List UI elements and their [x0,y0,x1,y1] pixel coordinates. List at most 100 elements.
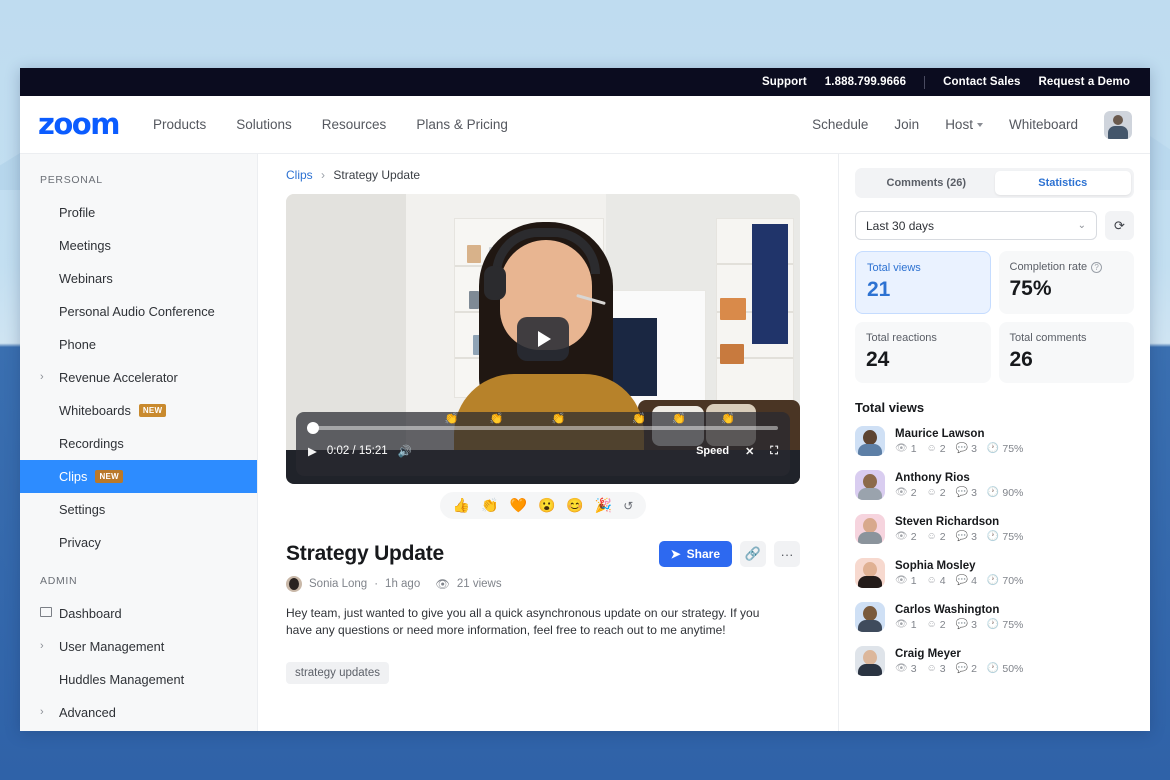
sidebar-item-user-management[interactable]: › User Management [20,630,257,663]
date-range-select[interactable]: Last 30 days ⌄ [855,211,1097,240]
stat-card-completion-rate[interactable]: Completion rate? 75% [998,251,1134,314]
sidebar-item-recordings[interactable]: ›Recordings [20,427,257,460]
main-navigation: zoom Products Solutions Resources Plans … [20,96,1150,154]
external-link-icon [40,607,52,620]
timeline-marker[interactable]: 👏 [672,414,686,425]
progress-handle[interactable] [306,422,319,434]
viewer-completion: 75% [1002,442,1024,455]
clip-tag[interactable]: strategy updates [286,661,390,684]
nav-link-products[interactable]: Products [153,117,206,132]
reaction-surprised-icon[interactable]: 😮 [538,497,555,514]
eye-icon: 👁 [435,579,450,591]
sidebar-item-webinars[interactable]: ›Webinars [20,262,257,295]
viewer-row[interactable]: Sophia Mosley 👁 1 ☺ 4 💬 4 🕐 70% [855,551,1134,595]
progress-bar[interactable] [306,422,778,434]
reaction-smile-icon[interactable]: 😊 [566,497,583,514]
viewer-comment-count: 4 [971,574,977,587]
timeline-marker[interactable]: 👏 [632,414,646,425]
fullscreen-icon[interactable]: ⛶ [770,445,778,458]
reaction-party-icon[interactable]: 🎉 [595,497,612,514]
sidebar-item-revenue-accelerator[interactable]: › Revenue Accelerator [20,361,257,394]
volume-icon[interactable]: 🔊 [398,444,412,458]
sidebar-item-phone[interactable]: ›Phone [20,328,257,361]
tab-statistics[interactable]: Statistics [994,171,1131,195]
viewer-row[interactable]: Carlos Washington 👁 1 ☺ 2 💬 3 🕐 75% [855,595,1134,639]
emoji-icon: ☺ [926,487,937,498]
timeline-marker[interactable]: 👏 [489,414,503,425]
sidebar-item-settings[interactable]: ›Settings [20,493,257,526]
sidebar-heading-admin: ADMIN [40,575,78,587]
nav-link-resources[interactable]: Resources [322,117,387,132]
utility-link-request-demo[interactable]: Request a Demo [1038,76,1130,88]
sidebar-item-meetings[interactable]: ›Meetings [20,229,257,262]
clock-icon: 🕐 [986,619,1000,630]
share-button[interactable]: ➤ Share [658,541,732,567]
nav-link-schedule[interactable]: Schedule [812,117,868,132]
stat-label: Total comments [1009,332,1087,344]
timeline-marker[interactable]: 👏 [721,414,735,425]
utility-link-phone[interactable]: 1.888.799.9666 [825,76,906,88]
viewer-stats: 👁 2 ☺ 2 💬 3 🕐 75% [895,531,1023,543]
speed-button[interactable]: Speed [696,445,729,457]
viewer-comment-count: 2 [971,662,977,675]
stat-card-total-comments[interactable]: Total comments 26 [998,322,1134,383]
viewer-comment-count: 3 [971,486,977,499]
reaction-heart-icon[interactable]: 🧡 [510,497,527,514]
sidebar-item-personal-audio-conference[interactable]: ›Personal Audio Conference [20,295,257,328]
utility-link-contact-sales[interactable]: Contact Sales [943,76,1020,88]
stat-card-total-views[interactable]: Total views 21 [855,251,991,314]
sidebar-item-whiteboards[interactable]: ›WhiteboardsNEW [20,394,257,427]
copy-link-button[interactable]: 🔗 [740,541,766,567]
viewer-stats: 👁 1 ☺ 2 💬 3 🕐 75% [895,443,1023,455]
avatar [855,426,885,456]
main-content: Clips › Strategy Update 👏 👏 👏 👏 👏 👏 ▶ 0:… [258,154,838,731]
viewer-completion: 90% [1002,486,1024,499]
viewer-row[interactable]: Craig Meyer 👁 3 ☺ 3 💬 2 🕐 50% [855,639,1134,683]
zoom-logo[interactable]: zoom [38,110,120,139]
clock-icon: 🕐 [986,487,1000,498]
viewer-row[interactable]: Anthony Rios 👁 2 ☺ 2 💬 3 🕐 90% [855,463,1134,507]
refresh-button[interactable]: ⟳ [1105,211,1134,240]
sidebar-item-clips[interactable]: ›ClipsNEW [20,460,257,493]
cc-icon[interactable]: ✕ [745,445,754,458]
utility-link-support[interactable]: Support [762,76,807,88]
date-range-value: Last 30 days [866,218,935,233]
sidebar-item-profile[interactable]: ›Profile [20,196,257,229]
nav-link-solutions[interactable]: Solutions [236,117,292,132]
nav-link-whiteboard[interactable]: Whiteboard [1009,117,1078,132]
viewer-reaction-count: 4 [939,574,946,587]
nav-link-plans-pricing[interactable]: Plans & Pricing [416,117,508,132]
chevron-right-icon: › [40,706,44,718]
timeline-marker[interactable]: 👏 [445,414,459,425]
sidebar: PERSONAL ›Profile ›Meetings ›Webinars ›P… [20,154,258,731]
avatar [855,602,885,632]
chevron-right-icon: › [40,640,44,652]
tab-comments[interactable]: Comments (26) [858,171,995,195]
viewer-row[interactable]: Maurice Lawson 👁 1 ☺ 2 💬 3 🕐 75% [855,419,1134,463]
comment-icon: 💬 [955,443,969,454]
stat-card-total-reactions[interactable]: Total reactions 24 [855,322,991,383]
viewer-reaction-count: 2 [939,530,946,543]
nav-link-join[interactable]: Join [894,117,919,132]
play-icon[interactable]: ▶ [308,444,317,458]
viewer-row[interactable]: Steven Richardson 👁 2 ☺ 2 💬 3 🕐 75% [855,507,1134,551]
reaction-clap-icon[interactable]: 👏 [481,497,498,514]
play-button-overlay[interactable] [517,317,569,361]
reaction-thumbs-up-icon[interactable]: 👍 [453,497,470,514]
sidebar-item-huddles-management[interactable]: ›Huddles Management [20,663,257,696]
comment-icon: 💬 [955,487,969,498]
help-icon[interactable]: ? [1091,261,1103,273]
sidebar-item-advanced[interactable]: › Advanced [20,696,257,729]
avatar[interactable] [1104,110,1132,139]
breadcrumb-link-clips[interactable]: Clips [286,168,313,182]
sidebar-item-privacy[interactable]: ›Privacy [20,526,257,559]
add-reaction-icon[interactable]: ↺ [623,499,633,513]
video-player[interactable]: 👏 👏 👏 👏 👏 👏 ▶ 0:02 / 15:21 🔊 Speed ✕ ⛶ [286,194,800,484]
more-options-button[interactable]: ··· [774,541,800,567]
nav-link-host[interactable]: Host [945,117,983,132]
sidebar-item-dashboard[interactable]: Dashboard [20,597,257,630]
sidebar-heading-personal: PERSONAL [40,174,103,186]
chevron-down-icon: ⌄ [1077,220,1086,231]
reaction-bar: 👍 👏 🧡 😮 😊 🎉 ↺ [286,492,800,519]
timeline-marker[interactable]: 👏 [552,414,566,425]
